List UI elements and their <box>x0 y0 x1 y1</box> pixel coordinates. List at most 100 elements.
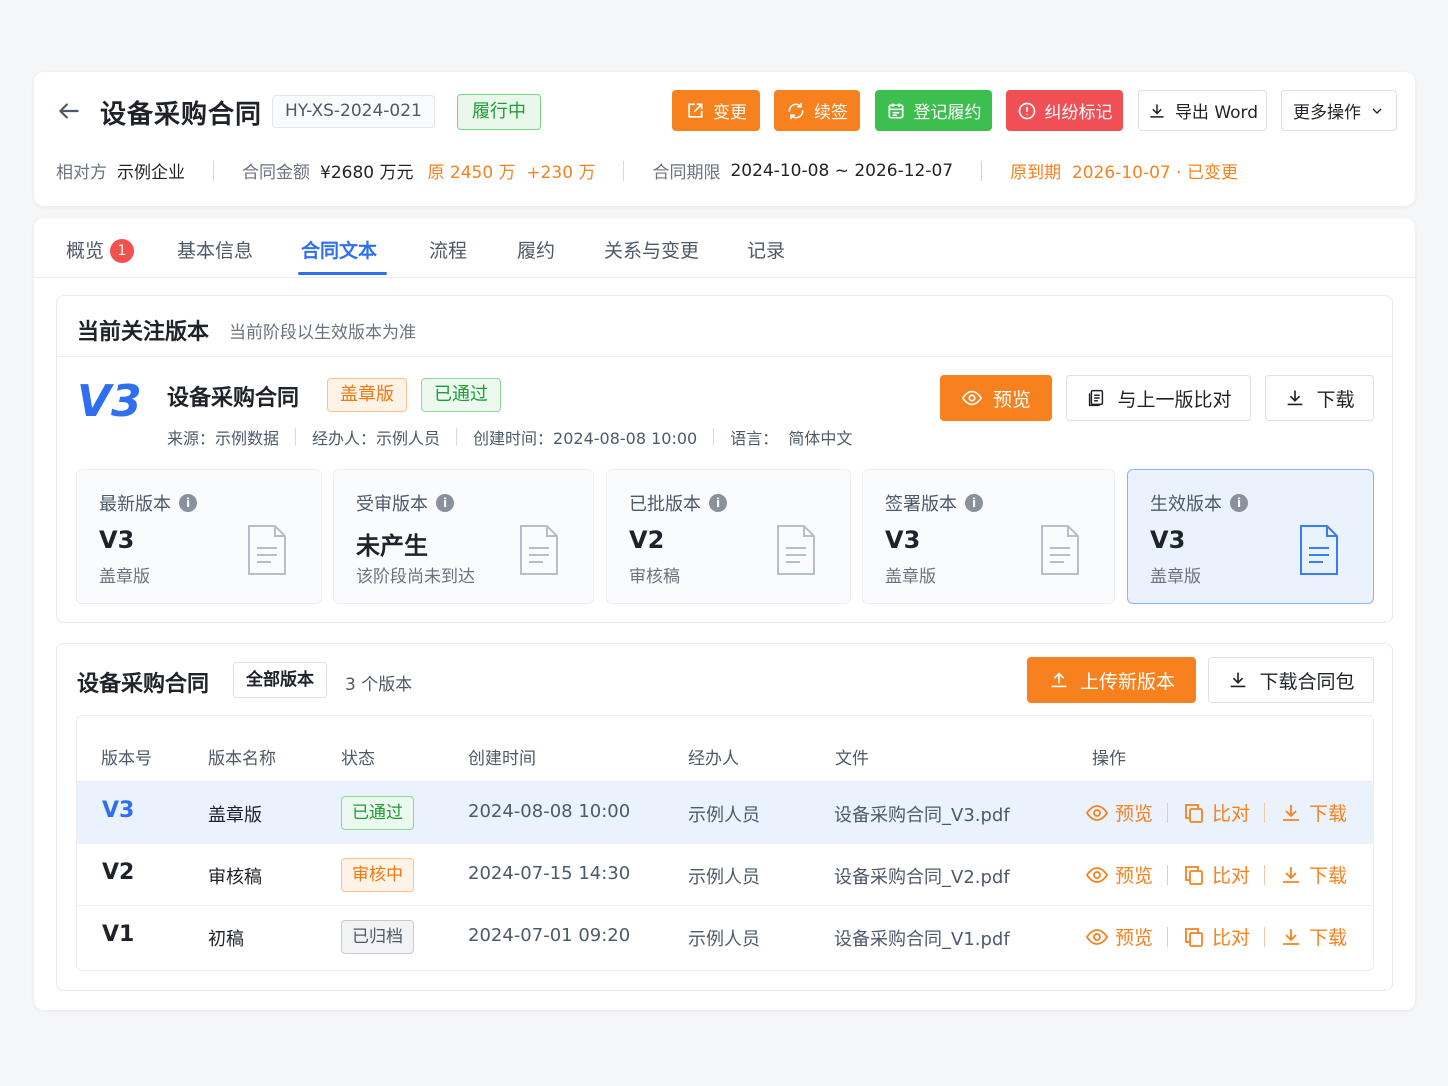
table-row[interactable]: V2 审核稿 审核中 2024-07-15 14:30 示例人员 设备采购合同_… <box>77 843 1373 905</box>
divider <box>57 356 1392 357</box>
row-compare-button[interactable]: 比对 <box>1182 799 1250 826</box>
approval-status-tag: 已通过 <box>421 378 501 412</box>
tab-contract-text[interactable]: 合同文本 <box>301 236 377 263</box>
version-number: V2 <box>102 860 135 885</box>
row-download-button[interactable]: 下载 <box>1279 799 1347 826</box>
row-preview-button[interactable]: 预览 <box>1085 861 1153 888</box>
info-icon: i <box>436 494 454 512</box>
card-subtext: 盖章版 <box>99 567 150 587</box>
effective-version-card[interactable]: 生效版本 i V3 盖章版 <box>1127 469 1374 604</box>
contract-meta: 相对方 示例企业 合同金额 ¥2680 万元 原 2450 万 +230 万 合… <box>56 158 1238 183</box>
row-download-label: 下载 <box>1309 865 1348 887</box>
tab-basic-info[interactable]: 基本信息 <box>177 236 253 263</box>
copy-icon <box>1185 803 1203 823</box>
export-word-button[interactable]: 导出 Word <box>1138 90 1267 131</box>
language-text: 语言： 简体中文 <box>730 429 853 448</box>
tab-records[interactable]: 记录 <box>747 236 785 263</box>
info-icon: i <box>709 494 727 512</box>
version-number: V1 <box>102 922 135 947</box>
version-filter[interactable]: 全部版本 <box>233 662 327 698</box>
handler: 示例人员 <box>688 929 760 950</box>
version-count: 3 个版本 <box>345 675 413 695</box>
change-button[interactable]: 变更 <box>672 90 760 131</box>
download-package-button[interactable]: 下载合同包 <box>1208 657 1374 703</box>
compare-previous-button[interactable]: 与上一版比对 <box>1066 375 1251 421</box>
row-preview-button[interactable]: 预览 <box>1085 923 1153 950</box>
card-subtext: 盖章版 <box>1150 567 1201 587</box>
active-tab-indicator <box>298 272 387 275</box>
card-value: V3 <box>1150 526 1186 554</box>
card-value: V2 <box>629 526 665 554</box>
amount-change: 原 2450 万 +230 万 <box>427 163 596 183</box>
tab-performance[interactable]: 履约 <box>517 236 555 263</box>
signed-version-card[interactable]: 签署版本 i V3 盖章版 <box>862 469 1115 604</box>
card-subtext: 审核稿 <box>629 567 680 587</box>
handler: 示例人员 <box>688 805 760 826</box>
row-download-label: 下载 <box>1309 803 1348 825</box>
source-text: 来源：示例数据 <box>167 429 280 448</box>
column-header: 创建时间 <box>468 749 536 769</box>
approved-version-card[interactable]: 已批版本 i V2 审核稿 <box>606 469 851 604</box>
card-label-text: 签署版本 <box>885 494 957 515</box>
row-download-button[interactable]: 下载 <box>1279 923 1347 950</box>
chevron-down-icon <box>1372 108 1382 114</box>
back-arrow-icon[interactable] <box>56 98 82 124</box>
renew-label: 续签 <box>814 103 848 123</box>
document-icon <box>1300 525 1338 575</box>
download-icon <box>1288 390 1303 406</box>
page-title: 设备采购合同 <box>100 100 263 130</box>
table-row[interactable]: V3 盖章版 已通过 2024-08-08 10:00 示例人员 设备采购合同_… <box>77 781 1373 843</box>
status-badge: 已归档 <box>341 920 414 954</box>
info-icon: i <box>179 494 197 512</box>
calendar-icon <box>888 103 903 118</box>
eye-icon <box>1085 866 1109 883</box>
download-button[interactable]: 下载 <box>1265 375 1374 421</box>
version-meta: 来源：示例数据 经办人：示例人员 创建时间：2024-08-08 10:00 语… <box>167 425 852 449</box>
current-version-number: V3 <box>77 376 142 427</box>
card-subtext: 该阶段尚未到达 <box>356 567 475 587</box>
tab-overview[interactable]: 概览 1 <box>66 236 135 263</box>
counterparty-label: 相对方 <box>56 163 107 183</box>
column-header: 操作 <box>1092 749 1126 769</box>
refresh-icon <box>788 102 804 119</box>
download-label: 下载 <box>1316 388 1355 411</box>
version-type-tag: 盖章版 <box>327 378 407 412</box>
dispute-mark-label: 纠纷标记 <box>1044 103 1113 123</box>
record-performance-button[interactable]: 登记履约 <box>875 90 992 131</box>
tab-process[interactable]: 流程 <box>429 236 467 263</box>
row-compare-button[interactable]: 比对 <box>1182 923 1250 950</box>
card-label: 签署版本 i <box>885 490 983 516</box>
tab-relations-changes[interactable]: 关系与变更 <box>604 236 699 263</box>
download-icon <box>1283 928 1300 945</box>
table-row[interactable]: V1 初稿 已归档 2024-07-01 09:20 示例人员 设备采购合同_V… <box>77 905 1373 967</box>
upload-icon <box>1051 672 1067 688</box>
copy-icon <box>1185 865 1203 885</box>
dispute-mark-button[interactable]: 纠纷标记 <box>1006 90 1123 131</box>
divider <box>1167 864 1169 885</box>
latest-version-card[interactable]: 最新版本 i V3 盖章版 <box>76 469 322 604</box>
created-text: 创建时间：2024-08-08 10:00 <box>473 429 698 448</box>
file-name[interactable]: 设备采购合同_V3.pdf <box>834 801 1010 827</box>
more-actions-dropdown[interactable]: 更多操作 <box>1281 90 1397 131</box>
created-time: 2024-07-15 14:30 <box>468 863 631 884</box>
document-title: 设备采购合同 <box>167 386 300 411</box>
panel-subtitle: 当前阶段以生效版本为准 <box>229 323 416 343</box>
tab-bar: 概览 1 基本信息 合同文本 流程 履约 关系与变更 记录 <box>34 218 1415 278</box>
divider <box>1167 926 1169 947</box>
file-name[interactable]: 设备采购合同_V1.pdf <box>834 925 1010 951</box>
edit-icon <box>688 103 703 118</box>
counterparty-value: 示例企业 <box>117 163 185 183</box>
document-icon <box>520 525 558 575</box>
file-name[interactable]: 设备采购合同_V2.pdf <box>834 863 1010 889</box>
preview-button[interactable]: 预览 <box>940 375 1052 421</box>
upload-version-button[interactable]: 上传新版本 <box>1027 657 1196 703</box>
info-icon: i <box>1230 494 1248 512</box>
review-version-card[interactable]: 受审版本 i 未产生 该阶段尚未到达 <box>333 469 594 604</box>
divider <box>981 160 983 181</box>
row-preview-button[interactable]: 预览 <box>1085 799 1153 826</box>
copy-icon <box>1185 927 1203 947</box>
divider <box>1264 864 1266 885</box>
renew-button[interactable]: 续签 <box>774 90 860 131</box>
row-compare-button[interactable]: 比对 <box>1182 861 1250 888</box>
row-download-button[interactable]: 下载 <box>1279 861 1347 888</box>
